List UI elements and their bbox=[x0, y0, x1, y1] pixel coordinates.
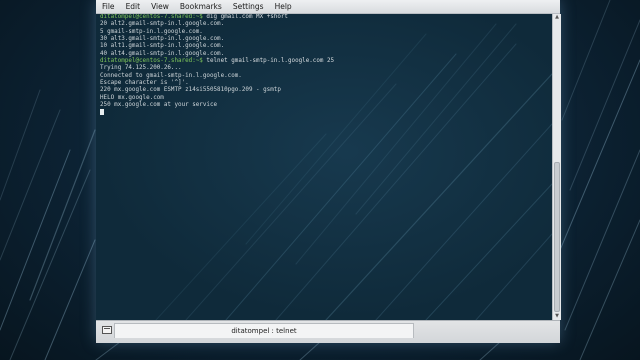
command-output: 10 alt1.gmail-smtp-in.l.google.com. bbox=[100, 43, 225, 50]
command-output: 20 alt2.gmail-smtp-in.l.google.com. bbox=[100, 21, 225, 28]
scroll-down-arrow-icon[interactable]: ▼ bbox=[553, 313, 561, 320]
shell-prompt: ditatompel@centos-7.shared:~$ bbox=[100, 14, 207, 20]
terminal-output[interactable]: ditatompel@centos-7.shared:~$ dig gmail.… bbox=[96, 14, 552, 320]
menu-settings[interactable]: Settings bbox=[227, 0, 269, 13]
shell-command: telnet gmail-smtp-in.l.google.com 25 bbox=[206, 58, 335, 65]
terminal-line: 40 alt4.gmail-smtp-in.l.google.com. bbox=[100, 51, 334, 58]
command-output: HELO mx.google.com bbox=[100, 94, 164, 101]
command-output: 250 mx.google.com at your service bbox=[100, 102, 218, 109]
terminal-line: Trying 74.125.200.26... bbox=[100, 65, 334, 72]
terminal-line: 5 gmail-smtp-in.l.google.com. bbox=[100, 29, 334, 36]
terminal-line: 20 alt2.gmail-smtp-in.l.google.com. bbox=[100, 21, 334, 28]
konsole-window: File Edit View Bookmarks Settings Help d… bbox=[96, 0, 561, 343]
tab-title: ditatompel : telnet bbox=[231, 327, 297, 335]
menu-bookmarks[interactable]: Bookmarks bbox=[174, 0, 227, 13]
command-output: 30 alt3.gmail-smtp-in.l.google.com. bbox=[100, 36, 225, 43]
command-output: Connected to gmail-smtp-in.l.google.com. bbox=[100, 72, 242, 79]
menu-view[interactable]: View bbox=[145, 0, 174, 13]
tab-bar: ditatompel : telnet bbox=[96, 320, 560, 343]
command-output: 220 mx.google.com ESMTP z14si5505810pgo.… bbox=[100, 87, 281, 94]
command-output: 40 alt4.gmail-smtp-in.l.google.com. bbox=[100, 50, 225, 57]
tab-session[interactable]: ditatompel : telnet bbox=[114, 323, 414, 338]
command-output: Trying 74.125.200.26... bbox=[100, 65, 182, 72]
terminal-line: Escape character is '^]'. bbox=[100, 80, 334, 87]
command-output: Escape character is '^]'. bbox=[100, 80, 189, 87]
terminal-scrollbar[interactable]: ▲ ▼ bbox=[552, 14, 561, 320]
menu-help[interactable]: Help bbox=[269, 0, 297, 13]
terminal-line: 220 mx.google.com ESMTP z14si5505810pgo.… bbox=[100, 87, 334, 94]
terminal-cursor-line bbox=[100, 109, 334, 116]
terminal-line: HELO mx.google.com bbox=[100, 95, 334, 102]
terminal-line: 10 alt1.gmail-smtp-in.l.google.com. bbox=[100, 43, 334, 50]
terminal-line: ditatompel@centos-7.shared:~$ telnet gma… bbox=[100, 58, 334, 65]
terminal-line: Connected to gmail-smtp-in.l.google.com. bbox=[100, 73, 334, 80]
scroll-up-arrow-icon[interactable]: ▲ bbox=[553, 14, 561, 21]
terminal-line: ditatompel@centos-7.shared:~$ dig gmail.… bbox=[100, 14, 334, 21]
terminal-lines: ditatompel@centos-7.shared:~$ dig gmail.… bbox=[100, 14, 334, 117]
new-tab-icon[interactable] bbox=[102, 326, 112, 334]
terminal-line: 250 mx.google.com at your service bbox=[100, 102, 334, 109]
menu-edit[interactable]: Edit bbox=[120, 0, 146, 13]
text-cursor bbox=[100, 109, 104, 116]
shell-command: dig gmail.com MX +short bbox=[206, 14, 288, 20]
terminal-line: 30 alt3.gmail-smtp-in.l.google.com. bbox=[100, 36, 334, 43]
scrollbar-thumb[interactable] bbox=[554, 162, 560, 312]
menu-bar: File Edit View Bookmarks Settings Help bbox=[96, 0, 560, 14]
shell-prompt: ditatompel@centos-7.shared:~$ bbox=[100, 58, 207, 65]
command-output: 5 gmail-smtp-in.l.google.com. bbox=[100, 28, 203, 35]
menu-file[interactable]: File bbox=[96, 0, 120, 13]
